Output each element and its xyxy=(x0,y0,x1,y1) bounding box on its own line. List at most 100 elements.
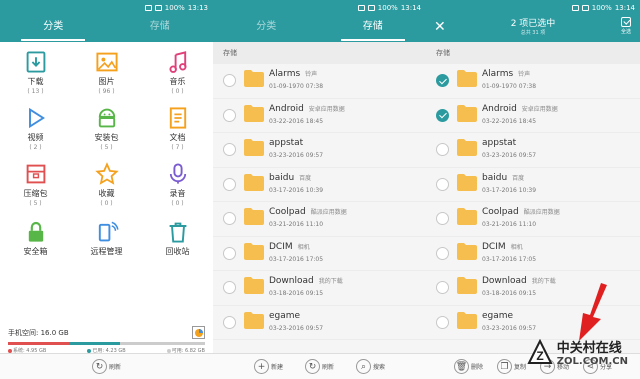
checkbox-icon[interactable] xyxy=(436,246,449,260)
checked-icon[interactable] xyxy=(436,74,449,87)
checkbox-icon[interactable] xyxy=(436,212,449,225)
category-label: 收藏 xyxy=(98,189,115,198)
folder-date: 03-22-2016 18:45 xyxy=(269,117,324,125)
folder-icon xyxy=(244,242,264,260)
folder-row[interactable]: DCIM 相机 03-17-2016 17:05 xyxy=(213,237,426,271)
video-icon xyxy=(28,107,45,129)
select-all-label: 全选 xyxy=(620,29,631,35)
folder-name: Alarms xyxy=(482,69,514,79)
tab-storage[interactable]: 存储 xyxy=(320,15,427,42)
category-archive[interactable]: 压缩包 ( 5 ) xyxy=(0,162,71,207)
folder-date: 03-23-2016 09:57 xyxy=(269,324,324,332)
category-microphone[interactable]: 录音 ( 0 ) xyxy=(142,162,213,207)
folder-row[interactable]: baidu 百度 03-17-2016 10:39 xyxy=(426,168,640,202)
folder-date: 03-17-2016 17:05 xyxy=(482,255,537,263)
folder-icon xyxy=(244,277,264,294)
category-download[interactable]: 下载 ( 13 ) xyxy=(0,50,71,95)
folder-row[interactable]: Alarms 铃声 01-09-1970 07:38 xyxy=(426,64,640,99)
folder-icon xyxy=(457,70,477,87)
tab-category[interactable]: 分类 xyxy=(0,15,107,42)
image-icon xyxy=(95,52,118,72)
storage-usage-bar xyxy=(8,342,205,345)
folder-date: 03-18-2016 09:15 xyxy=(269,290,324,297)
copy-button[interactable]: ❐ 复制 xyxy=(496,359,526,374)
refresh-button[interactable]: ↻ 刷新 xyxy=(304,359,334,374)
microphone-icon xyxy=(169,163,186,184)
category-music[interactable]: 音乐 ( 0 ) xyxy=(142,50,213,95)
new-button[interactable]: + 新建 xyxy=(253,359,283,374)
checkbox-icon[interactable] xyxy=(223,246,236,260)
folder-description: 酷派应用数据 xyxy=(310,209,347,216)
storage-chart-icon[interactable] xyxy=(192,326,205,339)
category-document[interactable]: 文档 ( 7 ) xyxy=(142,106,213,151)
category-label: 回收站 xyxy=(165,247,190,256)
storage-summary: 手机空间: 16.0 GB 系统: 4.95 GB 已用: 4.23 GB 可用: … xyxy=(8,326,205,354)
checkbox-icon[interactable] xyxy=(223,143,236,156)
checkbox-icon[interactable] xyxy=(223,315,236,329)
checked-icon[interactable] xyxy=(436,108,449,122)
search-button[interactable]: ⌕ 搜索 xyxy=(356,359,385,374)
category-video[interactable]: 视频 ( 2 ) xyxy=(0,106,71,151)
folder-description: 我的下载 xyxy=(531,278,556,285)
watermark-url: ZOL.COM.CN xyxy=(556,356,628,367)
folder-row[interactable]: Download 我的下载 03-18-2016 09:15 xyxy=(213,271,426,306)
folder-icon xyxy=(457,311,477,329)
checkbox-icon[interactable] xyxy=(436,281,449,294)
folder-row[interactable]: Coolpad 酷派应用数据 03-21-2016 11:10 xyxy=(213,202,426,237)
tab-category[interactable]: 分类 xyxy=(213,15,320,42)
plus-icon: + xyxy=(253,359,269,374)
folder-icon xyxy=(244,311,264,329)
category-panel: 100% 13:13 分类 存储 下载 ( 13 ) 图片 ( 96 ) 音乐 … xyxy=(0,0,213,379)
folder-icon xyxy=(244,139,264,156)
folder-row[interactable]: Android 安卓应用数据 03-22-2016 18:45 xyxy=(426,99,640,133)
folder-date: 03-18-2016 09:15 xyxy=(482,290,537,297)
checkbox-icon[interactable] xyxy=(223,177,236,191)
folder-row[interactable]: egame 03-23-2016 09:57 xyxy=(213,306,426,340)
signal-icon xyxy=(581,4,589,11)
checkbox-icon[interactable] xyxy=(436,177,449,191)
folder-row[interactable]: Alarms 铃声 01-09-1970 07:38 xyxy=(213,64,426,99)
folder-name: baidu xyxy=(269,172,295,183)
watermark: Z 中关村在线 ZOL.COM.CN xyxy=(527,337,628,367)
category-lock[interactable]: 安全箱 xyxy=(0,220,71,257)
folder-row[interactable]: DCIM 相机 03-17-2016 17:05 xyxy=(426,237,640,271)
folder-icon xyxy=(244,173,264,191)
category-count: ( 96 ) xyxy=(98,88,115,95)
folder-icon xyxy=(244,104,264,122)
folder-row[interactable]: Android 安卓应用数据 03-22-2016 18:45 xyxy=(213,99,426,133)
battery-level: 100% xyxy=(164,3,185,12)
category-star[interactable]: 收藏 ( 0 ) xyxy=(71,162,142,207)
category-remote[interactable]: 远程管理 xyxy=(71,220,142,257)
category-trash[interactable]: 回收站 xyxy=(142,220,213,257)
checkbox-icon[interactable] xyxy=(223,212,236,225)
delete-button[interactable]: 🗑 删除 xyxy=(453,359,483,374)
folder-row[interactable]: appstat 03-23-2016 09:57 xyxy=(426,133,640,168)
category-label: 文档 xyxy=(169,133,186,142)
remote-icon xyxy=(98,221,119,242)
section-header: 存储 xyxy=(213,42,426,64)
checkbox-icon[interactable] xyxy=(436,143,449,156)
refresh-button[interactable]: ↻ 刷新 xyxy=(91,359,121,374)
folder-row[interactable]: Coolpad 酷派应用数据 03-21-2016 11:10 xyxy=(426,202,640,237)
checkbox-icon[interactable] xyxy=(223,281,236,294)
folder-icon xyxy=(457,173,477,191)
folder-list: Alarms 铃声 01-09-1970 07:38 Android 安卓应用数据 … xyxy=(213,64,426,340)
selection-header: ✕ 2 项已选中 总共 31 项 全选 xyxy=(426,15,640,42)
legend-dot xyxy=(87,348,92,353)
select-all-button[interactable]: 全选 xyxy=(618,17,634,35)
folder-date: 01-09-1970 07:38 xyxy=(482,83,537,90)
folder-date: 03-22-2016 18:45 xyxy=(482,117,537,125)
category-android[interactable]: 安装包 ( 5 ) xyxy=(71,106,142,151)
folder-name: Coolpad xyxy=(269,207,306,217)
folder-name: Android xyxy=(269,103,304,114)
folder-row[interactable]: baidu 百度 03-17-2016 10:39 xyxy=(213,168,426,202)
tab-bar: 分类 存储 xyxy=(0,15,213,42)
tab-storage[interactable]: 存储 xyxy=(107,15,214,42)
storage-title: 手机空间: 16.0 GB xyxy=(8,329,69,337)
category-image[interactable]: 图片 ( 96 ) xyxy=(71,50,142,95)
storage-segment xyxy=(8,342,70,345)
checkbox-icon[interactable] xyxy=(223,108,236,122)
checkbox-icon[interactable] xyxy=(223,74,236,87)
folder-row[interactable]: appstat 03-23-2016 09:57 xyxy=(213,133,426,168)
checkbox-icon[interactable] xyxy=(436,315,449,329)
